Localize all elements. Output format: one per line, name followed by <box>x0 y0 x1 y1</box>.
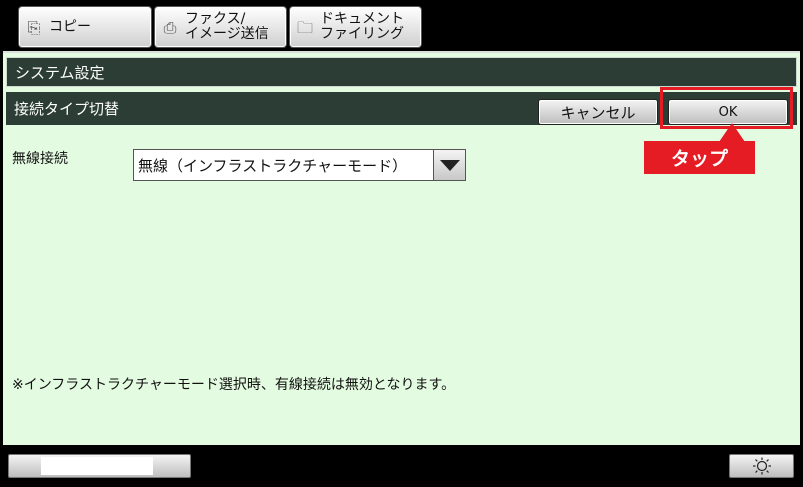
document-filing-icon: 🗀 <box>296 17 313 37</box>
dropdown-button[interactable] <box>433 150 465 180</box>
tap-callout: タップ <box>644 141 755 174</box>
fax-send-icon: ⎙ <box>163 17 177 37</box>
connection-type-value: 無線（インフラストラクチャーモード） <box>138 156 408 175</box>
mode-tab-bar: ⎘ コピー ⎙ ファクス/ イメージ送信 🗀 ドキュメント ファイリング <box>0 0 803 50</box>
tab-copy-label: コピー <box>49 18 91 35</box>
copy-icon: ⎘ <box>27 17 41 37</box>
status-button[interactable] <box>8 454 191 478</box>
footer-bar <box>0 445 803 487</box>
status-display <box>41 457 153 475</box>
infra-mode-note: ※インフラストラクチャーモード選択時、有線接続は無効となります。 <box>12 377 456 393</box>
settings-panel: システム設定 接続タイプ切替 キャンセル OK タップ 無線接続 無線（インフラ… <box>3 51 800 445</box>
tab-document-filing[interactable]: 🗀 ドキュメント ファイリング <box>289 6 422 48</box>
tab-filing-label: ドキュメント ファイリング <box>320 11 404 42</box>
tab-fax-image-send[interactable]: ⎙ ファクス/ イメージ送信 <box>154 6 287 48</box>
tab-copy[interactable]: ⎘ コピー <box>18 6 152 48</box>
wireless-connection-label: 無線接続 <box>12 151 68 167</box>
tap-arrow-icon <box>719 123 745 142</box>
tab-fax-label: ファクス/ イメージ送信 <box>185 11 269 42</box>
section-title: 接続タイプ切替 <box>14 100 120 118</box>
connection-type-select[interactable]: 無線（インフラストラクチャーモード） <box>133 149 466 181</box>
sun-icon <box>752 457 771 475</box>
brightness-button[interactable] <box>729 454 794 478</box>
cancel-button[interactable]: キャンセル <box>538 99 658 125</box>
chevron-down-icon <box>439 159 460 171</box>
page-title: システム設定 <box>6 57 797 87</box>
ok-button[interactable]: OK <box>668 99 788 125</box>
